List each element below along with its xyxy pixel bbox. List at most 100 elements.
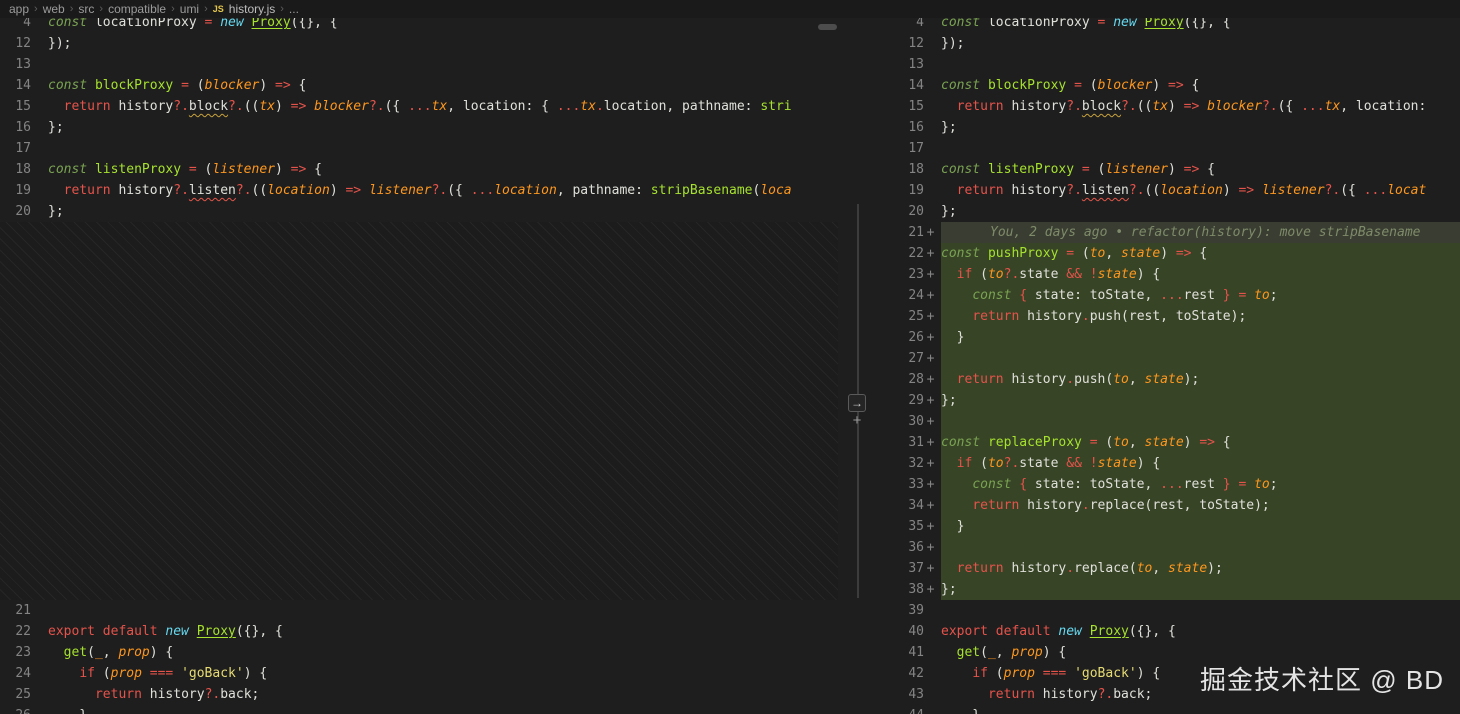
code-line[interactable]: 22 export default new Proxy({}, { (0, 621, 838, 642)
code-line[interactable]: 20}; (0, 201, 838, 222)
diff-added-line[interactable]: 24 + const { state: toState, ...rest } = … (880, 285, 1460, 306)
diff-added-line[interactable]: 26 + } (880, 327, 1460, 348)
line-number-gutter: 26 + (880, 327, 941, 348)
diff-added-line[interactable]: 30 + (880, 411, 1460, 432)
code-token: ?. (1003, 456, 1020, 471)
code-line[interactable]: 14 const blockProxy = (blocker) => { (0, 75, 838, 96)
line-number-gutter: 25 (0, 684, 48, 705)
breadcrumb-item[interactable]: src (78, 2, 94, 16)
code-line[interactable]: 15 return history?.block?.((tx) => block… (880, 96, 1460, 117)
diff-added-line[interactable]: 34 + return history.replace(rest, toState… (880, 495, 1460, 516)
line-number-gutter: 20 (880, 201, 941, 222)
code-token: const (941, 18, 988, 30)
breadcrumb-separator: › (99, 3, 104, 15)
code-token: , (102, 645, 119, 660)
breadcrumb-item[interactable]: umi (180, 2, 199, 16)
code-line[interactable]: 40 export default new Proxy({}, { (880, 621, 1460, 642)
code-token: const (972, 288, 1012, 303)
line-number: 33 (908, 477, 924, 492)
scrollbar-thumb[interactable] (818, 24, 837, 30)
code-token: ... (1301, 99, 1325, 114)
diff-original-pane[interactable]: 4 const locationProxy = new Proxy({}, {12… (0, 18, 838, 714)
code-token: => (1238, 183, 1255, 198)
diff-added-line[interactable]: 36 + (880, 537, 1460, 558)
code-line[interactable]: 16}; (880, 117, 1460, 138)
code-line[interactable]: 20}; (880, 201, 1460, 222)
diff-added-line[interactable]: 27 + (880, 348, 1460, 369)
breadcrumb-separator: › (280, 3, 284, 15)
breadcrumb-file[interactable]: history.js (229, 2, 275, 16)
code-token: ( (1089, 162, 1106, 177)
breadcrumb-more[interactable]: ... (289, 2, 299, 16)
code-token: => (1199, 435, 1215, 450)
code-line[interactable]: 4 const locationProxy = new Proxy({}, { (880, 18, 1460, 33)
code-line[interactable]: 39 (880, 600, 1460, 621)
line-number-gutter: 12 (880, 33, 941, 54)
code-line[interactable]: 19 return history?.listen?.((location) =… (880, 180, 1460, 201)
code-line[interactable]: 13 (0, 54, 838, 75)
diff-added-line[interactable]: 37 + return history.replace(to, state); (880, 558, 1460, 579)
diff-added-line[interactable]: 38 +}; (880, 579, 1460, 600)
code-line[interactable]: 26 } (0, 705, 838, 714)
code-line[interactable]: 13 (880, 54, 1460, 75)
code-text (941, 348, 1460, 369)
code-line[interactable]: 12}); (0, 33, 838, 54)
diff-added-line[interactable]: 22 + const pushProxy = (to, state) => { (880, 243, 1460, 264)
line-number-gutter: 30 + (880, 411, 941, 432)
code-line[interactable]: 17 (0, 138, 838, 159)
diff-plus-button[interactable]: + (849, 412, 865, 430)
line-number-gutter: 28 + (880, 369, 941, 390)
code-line[interactable]: 12}); (880, 33, 1460, 54)
code-token: }; (941, 582, 957, 597)
code-line[interactable]: 16}; (0, 117, 838, 138)
code-line[interactable]: 17 (880, 138, 1460, 159)
diff-added-line[interactable]: 23 + if (to?.state && !state) { (880, 264, 1460, 285)
line-number: 18 (908, 162, 924, 177)
diff-added-line[interactable]: 25 + return history.push(rest, toState); (880, 306, 1460, 327)
diff-added-line[interactable]: 28 + return history.push(to, state); (880, 369, 1460, 390)
line-number: 13 (908, 57, 924, 72)
code-text: } (48, 705, 838, 714)
breadcrumb-item[interactable]: web (43, 2, 65, 16)
code-line[interactable]: 14 const blockProxy = (blocker) => { (880, 75, 1460, 96)
revert-block-arrow-button[interactable]: → (848, 394, 866, 412)
diff-added-line[interactable]: 21 + You, 2 days ago • refactor(history): … (880, 222, 1460, 243)
breadcrumb-item[interactable]: app (9, 2, 29, 16)
code-token: if (956, 267, 973, 282)
code-line[interactable]: 18 const listenProxy = (listener) => { (0, 159, 838, 180)
added-line-marker: + (926, 225, 935, 240)
code-line[interactable]: 4 const locationProxy = new Proxy({}, { (0, 18, 838, 33)
code-token: ?. (173, 99, 189, 114)
line-number: 37 (908, 561, 924, 576)
code-line[interactable]: 23 get(_, prop) { (0, 642, 838, 663)
code-text: const replaceProxy = (to, state) => { (941, 432, 1460, 453)
code-line[interactable]: 21 (0, 600, 838, 621)
breadcrumb-item[interactable]: compatible (108, 2, 166, 16)
diff-added-line[interactable]: 31 + const replaceProxy = (to, state) => { (880, 432, 1460, 453)
code-line[interactable]: 15 return history?.block?.((tx) => block… (0, 96, 838, 117)
code-token: if (956, 456, 973, 471)
code-line[interactable]: 18 const listenProxy = (listener) => { (880, 159, 1460, 180)
line-number: 4 (916, 18, 924, 30)
code-line[interactable]: 19 return history?.listen?.((location) =… (0, 180, 838, 201)
code-token: ) (1152, 78, 1169, 93)
line-number-gutter: 37 + (880, 558, 941, 579)
line-number-gutter: 19 (880, 180, 941, 201)
code-token: state (1019, 267, 1067, 282)
code-line[interactable]: 25 return history?.back; (0, 684, 838, 705)
diff-added-line[interactable]: 32 + if (to?.state && !state) { (880, 453, 1460, 474)
code-line[interactable]: 44 } (880, 705, 1460, 714)
line-number-gutter: 4 (0, 18, 48, 33)
code-token: listener (212, 162, 275, 177)
diff-added-line[interactable]: 29 +}; (880, 390, 1460, 411)
added-line-marker: + (926, 561, 935, 576)
diff-added-line[interactable]: 35 + } (880, 516, 1460, 537)
diff-added-line[interactable]: 33 + const { state: toState, ...rest } = … (880, 474, 1460, 495)
code-line[interactable]: 24 if (prop === 'goBack') { (0, 663, 838, 684)
line-number: 25 (908, 309, 924, 324)
diff-modified-pane[interactable]: 4 const locationProxy = new Proxy({}, {12… (880, 18, 1460, 714)
